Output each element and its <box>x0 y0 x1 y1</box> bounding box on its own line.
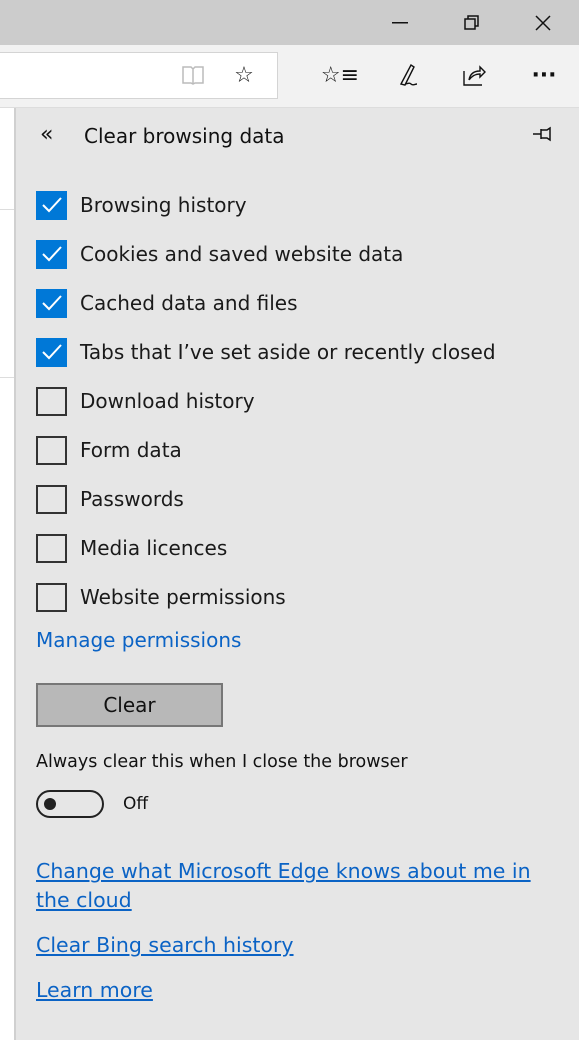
reading-view-button[interactable] <box>175 57 211 93</box>
checkbox[interactable] <box>36 239 67 269</box>
pin-button[interactable] <box>532 124 558 148</box>
checkbox-label: Browsing history <box>80 193 247 217</box>
favorites-list-icon: ☆≡ <box>320 62 360 88</box>
checkbox-row[interactable]: Website permissions <box>36 582 286 612</box>
checkbox-label: Form data <box>80 438 182 462</box>
checkbox-row[interactable]: Form data <box>36 435 182 465</box>
checkbox-label: Tabs that I’ve set aside or recently clo… <box>80 340 496 364</box>
manage-permissions-link[interactable]: Manage permissions <box>36 628 241 652</box>
checkmark-icon <box>41 344 62 360</box>
back-button[interactable]: « <box>40 122 53 147</box>
more-icon: ··· <box>531 62 557 88</box>
checkbox[interactable] <box>36 582 67 612</box>
restore-button[interactable] <box>452 8 492 38</box>
checkbox-label: Media licences <box>80 536 228 560</box>
checkbox-label: Cookies and saved website data <box>80 242 404 266</box>
checkbox-row[interactable]: Passwords <box>36 484 184 514</box>
minimize-button[interactable] <box>380 8 420 38</box>
hub-button[interactable]: ☆≡ <box>320 57 360 93</box>
checkbox-label: Website permissions <box>80 585 286 609</box>
learn-more-link[interactable]: Learn more <box>36 976 153 1005</box>
clear-bing-history-link[interactable]: Clear Bing search history <box>36 931 294 960</box>
panel-title: Clear browsing data <box>84 124 285 148</box>
book-icon <box>182 66 204 85</box>
more-button[interactable]: ··· <box>526 57 562 93</box>
minimize-icon <box>392 22 408 24</box>
checkbox-row[interactable]: Download history <box>36 386 255 416</box>
toggle-knob <box>44 798 56 810</box>
checkbox[interactable] <box>36 386 67 416</box>
change-cloud-data-link[interactable]: Change what Microsoft Edge knows about m… <box>36 857 556 915</box>
checkmark-icon <box>41 295 62 311</box>
checkbox-row[interactable]: Cached data and files <box>36 288 298 318</box>
title-bar <box>0 0 579 45</box>
pin-icon <box>533 126 551 142</box>
checkbox[interactable] <box>36 533 67 563</box>
checkbox[interactable] <box>36 288 67 318</box>
close-button[interactable] <box>523 8 563 38</box>
toggle-state: Off <box>123 794 149 814</box>
checkbox-row[interactable]: Cookies and saved website data <box>36 239 403 269</box>
notes-button[interactable] <box>390 57 426 93</box>
checkbox-label: Passwords <box>80 487 184 511</box>
checkmark-icon <box>41 197 62 213</box>
add-favorite-button[interactable]: ☆ <box>226 57 262 93</box>
checkbox[interactable] <box>36 484 67 514</box>
share-icon <box>463 65 486 86</box>
share-button[interactable] <box>456 57 492 93</box>
checkbox-label: Cached data and files <box>80 291 298 315</box>
clear-browsing-data-panel: « Clear browsing data Browsing history Co… <box>14 108 579 1040</box>
pen-icon <box>399 63 418 86</box>
checkbox-row[interactable]: Media licences <box>36 533 227 563</box>
star-icon: ☆ <box>234 62 254 88</box>
checkbox-row[interactable]: Tabs that I’ve set aside or recently clo… <box>36 337 496 367</box>
clear-button[interactable]: Clear <box>36 683 223 727</box>
always-clear-label: Always clear this when I close the brows… <box>36 752 408 772</box>
checkbox-row[interactable]: Browsing history <box>36 190 247 220</box>
checkmark-icon <box>41 246 62 262</box>
checkbox-label: Download history <box>80 389 255 413</box>
close-icon <box>535 15 551 31</box>
always-clear-toggle[interactable] <box>36 790 104 818</box>
checkbox[interactable] <box>36 435 67 465</box>
checkbox[interactable] <box>36 190 67 220</box>
checkbox[interactable] <box>36 337 67 367</box>
page-content <box>0 108 14 1040</box>
restore-icon <box>464 15 479 30</box>
address-bar[interactable]: ☆ <box>0 52 278 99</box>
toolbar: ☆ ☆≡ ··· <box>0 45 579 108</box>
